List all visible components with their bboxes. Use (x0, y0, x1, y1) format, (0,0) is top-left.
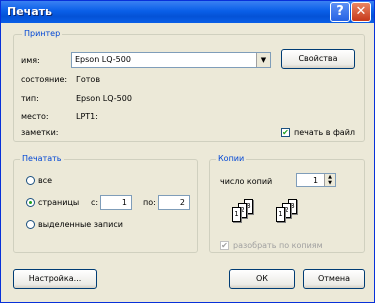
location-value: LPT1: (76, 112, 98, 121)
collate-label: разобрать по копиям (233, 241, 323, 250)
copies-group-label: Копии (216, 154, 247, 164)
status-value: Готов (76, 75, 101, 84)
printer-name-combo[interactable]: Epson LQ-500 ▼ (71, 52, 271, 68)
range-from-input[interactable]: 1 (100, 195, 132, 210)
properties-button[interactable]: Свойства (281, 49, 355, 69)
collate-illustration-icon: 3 2 1 3 2 1 (220, 197, 300, 227)
print-to-file-checkbox[interactable]: ✔ (281, 128, 290, 137)
range-all-radio[interactable] (26, 176, 35, 185)
status-label: состояние: (21, 75, 68, 84)
print-dialog: Печать ? ✕ Принтер имя: Epson LQ-500 ▼ С… (0, 0, 375, 303)
type-value: Epson LQ-500 (76, 94, 132, 103)
range-pages-radio[interactable] (26, 198, 35, 207)
collate-page-icon: 1 (232, 207, 241, 222)
spin-down-icon[interactable]: ▼ (324, 180, 335, 186)
range-from-label: с: (91, 198, 99, 207)
print-range-group-label: Печатать (20, 154, 64, 164)
help-button[interactable]: ? (330, 2, 350, 22)
printer-name-label: имя: (21, 56, 40, 65)
printer-group-label: Принтер (22, 29, 63, 39)
printer-name-value: Epson LQ-500 (75, 55, 131, 64)
copies-count-spinner[interactable]: 1 ▲ ▼ (296, 173, 336, 187)
range-selection-label: выделенные записи (38, 220, 123, 229)
range-to-input[interactable]: 2 (158, 195, 190, 210)
range-to-label: по: (143, 198, 156, 207)
collate-page-icon: 1 (276, 207, 285, 222)
setup-button[interactable]: Настройка... (13, 269, 97, 289)
type-label: тип: (21, 94, 39, 103)
dialog-title: Печать (7, 5, 52, 18)
range-pages-label: страницы (38, 198, 80, 207)
title-bar[interactable]: Печать ? ✕ (1, 1, 374, 23)
close-button[interactable]: ✕ (351, 2, 371, 22)
cancel-button[interactable]: Отмена (303, 269, 365, 289)
range-all-label: все (38, 176, 53, 185)
copies-count-value: 1 (313, 176, 319, 185)
copies-count-label: число копий (220, 177, 273, 186)
ok-button[interactable]: ОК (229, 269, 295, 289)
collate-checkbox[interactable]: ✔ (220, 241, 229, 250)
range-selection-radio[interactable] (26, 220, 35, 229)
comment-label: заметки: (21, 128, 59, 137)
chevron-down-icon[interactable]: ▼ (256, 53, 270, 67)
location-label: место: (21, 112, 49, 121)
print-to-file-label: печать в файл (294, 128, 356, 137)
